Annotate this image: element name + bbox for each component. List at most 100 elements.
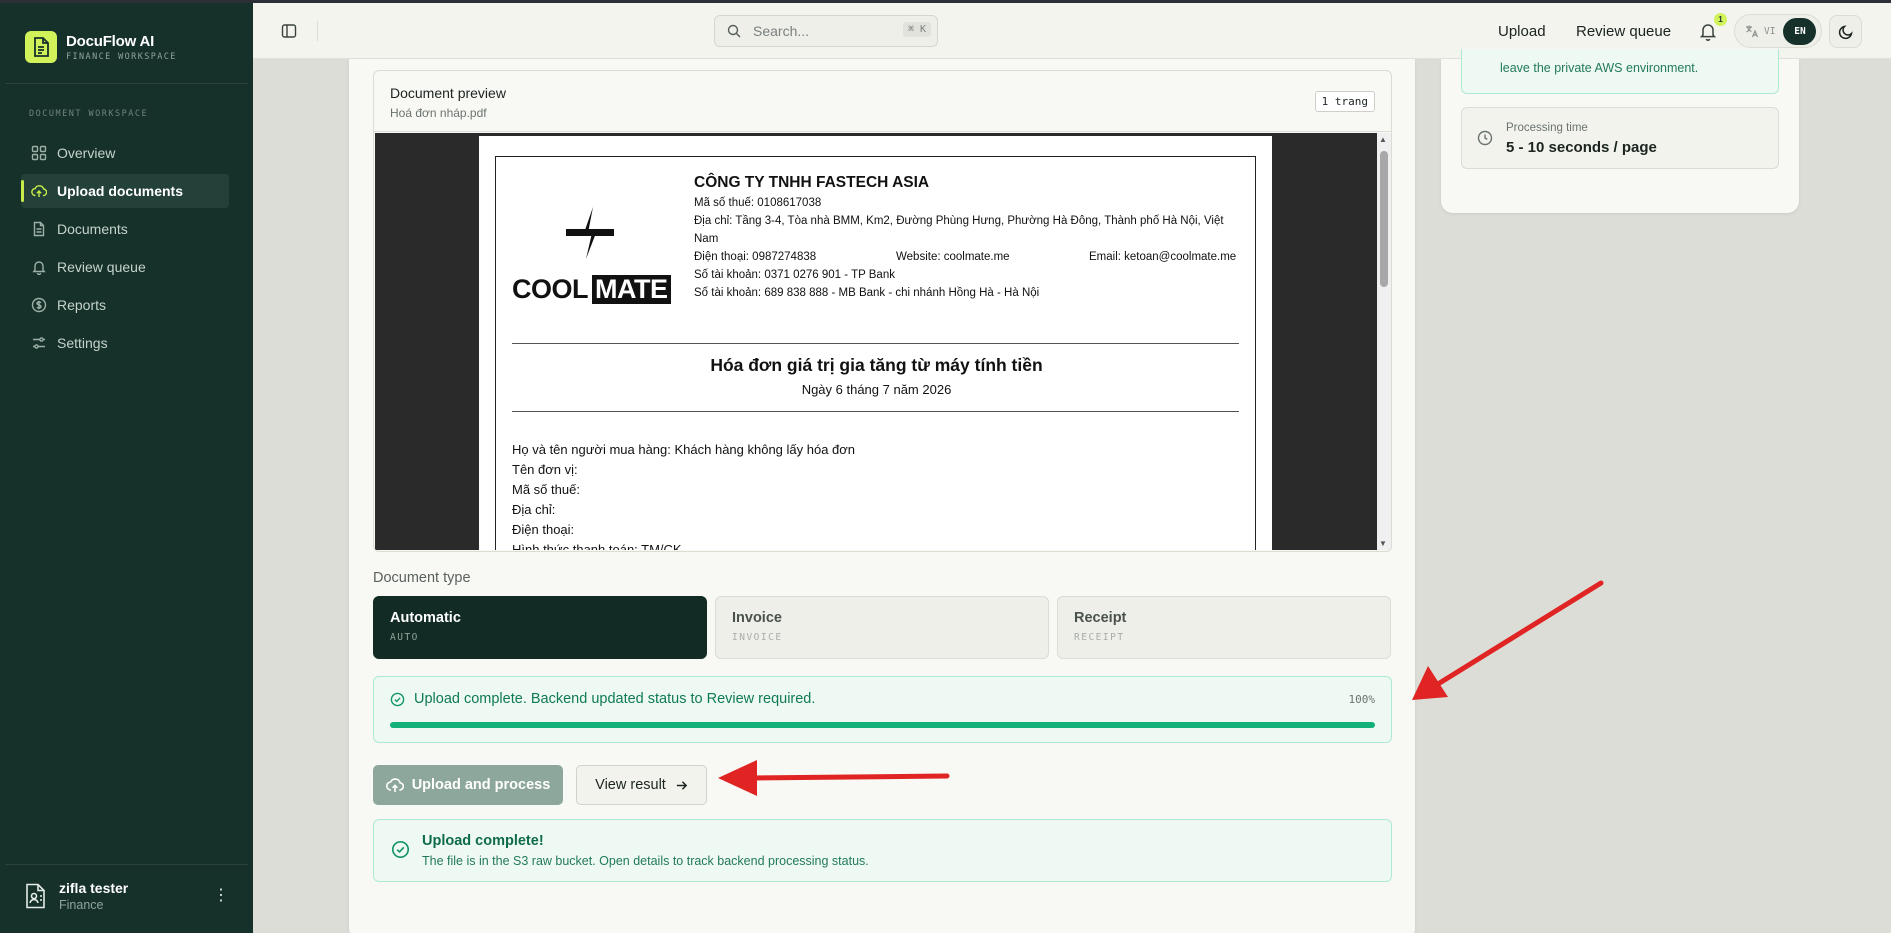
window-top-border bbox=[0, 0, 1891, 3]
lang-en-button[interactable]: EN bbox=[1783, 17, 1817, 45]
invoice-title: Hóa đơn giá trị gia tăng từ máy tính tiề… bbox=[710, 355, 1043, 375]
buyer-address: Địa chỉ: bbox=[512, 502, 556, 517]
pdf-viewer[interactable]: COOL MATE CÔNG TY TNHH FASTECH ASIA Mã s… bbox=[375, 133, 1379, 550]
doc-type-automatic[interactable]: Automatic AUTO bbox=[373, 596, 707, 659]
top-link-upload[interactable]: Upload bbox=[1498, 23, 1546, 40]
cloud-upload-icon bbox=[385, 778, 404, 792]
sidebar-item-reports[interactable]: Reports bbox=[21, 288, 229, 322]
sidebar-divider bbox=[5, 83, 248, 84]
dollar-icon bbox=[31, 297, 47, 313]
check-circle-icon bbox=[391, 840, 410, 859]
preview-scrollbar[interactable]: ▲ ▼ bbox=[1377, 133, 1391, 550]
panel-left-icon bbox=[281, 24, 297, 38]
brand[interactable]: DocuFlow AI FINANCE WORKSPACE bbox=[25, 31, 177, 63]
sidebar: DocuFlow AI FINANCE WORKSPACE DOCUMENT W… bbox=[0, 0, 253, 933]
processing-time-label: Processing time bbox=[1506, 122, 1588, 134]
security-note-text: leave the private AWS environment. bbox=[1500, 61, 1699, 75]
document-type-label: Document type bbox=[373, 570, 471, 586]
cloud-upload-icon bbox=[31, 185, 47, 197]
theme-toggle-button[interactable] bbox=[1829, 15, 1862, 48]
search-shortcut: ⌘ K bbox=[902, 22, 931, 37]
brand-name: DocuFlow AI bbox=[66, 32, 155, 50]
sidebar-item-settings[interactable]: Settings bbox=[21, 326, 229, 360]
more-vertical-icon[interactable]: ⋮ bbox=[209, 886, 233, 906]
sidebar-item-label: Upload documents bbox=[57, 183, 184, 199]
search-icon bbox=[727, 24, 741, 38]
sidebar-item-label: Reports bbox=[57, 297, 107, 313]
sidebar-bottom-divider bbox=[5, 864, 248, 865]
user-file-icon bbox=[26, 883, 45, 909]
view-result-button[interactable]: View result bbox=[576, 765, 707, 805]
invoice-document: COOL MATE CÔNG TY TNHH FASTECH ASIA Mã s… bbox=[495, 156, 1256, 550]
user-name: zifla tester bbox=[59, 880, 129, 896]
clock-icon bbox=[1477, 130, 1493, 146]
company-account-1: Số tài khoản: 0371 0276 901 - TP Bank bbox=[694, 269, 895, 281]
sliders-icon bbox=[33, 337, 45, 349]
scroll-down-icon[interactable]: ▼ bbox=[1379, 539, 1387, 548]
company-website: Website: coolmate.me bbox=[896, 251, 1010, 263]
search-placeholder: Search... bbox=[753, 23, 810, 39]
user-profile[interactable]: zifla tester Finance ⋮ bbox=[25, 880, 233, 912]
company-address-line-1: Địa chỉ: Tầng 3-4, Tòa nhà BMM, Km2, Đườ… bbox=[694, 215, 1224, 227]
doc-type-code: AUTO bbox=[390, 632, 419, 643]
info-panel: leave the private AWS environment. Proce… bbox=[1441, 49, 1799, 213]
document-preview: Document preview Hoá đơn nháp.pdf 1 tran… bbox=[373, 70, 1392, 552]
upload-complete-alert: Upload complete! The file is in the S3 r… bbox=[373, 819, 1392, 882]
company-name: CÔNG TY TNHH FASTECH ASIA bbox=[694, 174, 930, 191]
sidebar-item-documents[interactable]: Documents bbox=[21, 212, 229, 246]
logo-cool-text: COOL bbox=[512, 274, 589, 304]
sidebar-item-overview[interactable]: Overview bbox=[21, 136, 229, 170]
scrollbar-thumb[interactable] bbox=[1380, 151, 1388, 287]
doc-type-label: Invoice bbox=[732, 610, 782, 626]
company-address-line-2: Nam bbox=[694, 233, 719, 245]
sidebar-item-upload-documents[interactable]: Upload documents bbox=[21, 174, 229, 208]
sidebar-toggle-button[interactable] bbox=[278, 20, 300, 42]
pdf-page: COOL MATE CÔNG TY TNHH FASTECH ASIA Mã s… bbox=[479, 136, 1272, 550]
top-link-review-queue[interactable]: Review queue bbox=[1576, 23, 1671, 40]
upload-button-label: Upload and process bbox=[411, 777, 551, 793]
coolmate-logo-mark bbox=[566, 207, 614, 259]
scroll-up-icon[interactable]: ▲ bbox=[1379, 135, 1387, 144]
alert-title: Upload complete! bbox=[422, 833, 544, 849]
buyer-name: Họ và tên người mua hàng: Khách hàng khô… bbox=[512, 442, 856, 457]
doc-type-code: RECEIPT bbox=[1074, 632, 1125, 643]
lang-vi-button[interactable]: VI bbox=[1764, 26, 1775, 37]
sidebar-item-label: Review queue bbox=[57, 259, 146, 275]
doc-type-label: Receipt bbox=[1074, 610, 1127, 626]
bell-icon bbox=[32, 261, 46, 275]
sidebar-nav: Overview Upload documents Documents Revi… bbox=[21, 136, 229, 364]
alert-message: The file is in the S3 raw bucket. Open d… bbox=[422, 854, 869, 868]
file-icon bbox=[33, 221, 45, 237]
buyer-tax-code: Mã số thuế: bbox=[512, 482, 580, 497]
annotation-arrow-progress bbox=[1412, 580, 1604, 700]
invoice-divider bbox=[512, 343, 1239, 344]
upload-progress: Upload complete. Backend updated status … bbox=[373, 676, 1392, 743]
user-role: Finance bbox=[59, 898, 104, 912]
brand-subtitle: FINANCE WORKSPACE bbox=[66, 51, 177, 62]
doc-type-label: Automatic bbox=[390, 610, 461, 626]
search-input[interactable]: Search... ⌘ K bbox=[714, 15, 938, 47]
security-note: leave the private AWS environment. bbox=[1461, 49, 1779, 94]
doc-type-receipt[interactable]: Receipt RECEIPT bbox=[1057, 596, 1391, 659]
company-phone: Điện thoại: 0987274838 bbox=[694, 251, 817, 263]
progress-percent: 100% bbox=[1348, 693, 1376, 706]
preview-header: Document preview Hoá đơn nháp.pdf 1 tran… bbox=[374, 71, 1391, 132]
preview-filename: Hoá đơn nháp.pdf bbox=[390, 106, 487, 120]
sidebar-item-label: Settings bbox=[57, 335, 108, 351]
brand-logo-icon bbox=[25, 31, 57, 63]
sidebar-item-review-queue[interactable]: Review queue bbox=[21, 250, 229, 284]
logo-mate-text: MATE bbox=[592, 275, 671, 304]
progress-fill bbox=[390, 722, 1375, 728]
progress-message: Upload complete. Backend updated status … bbox=[414, 691, 816, 707]
invoice-date: Ngày 6 tháng 7 năm 2026 bbox=[801, 382, 952, 397]
company-account-2: Số tài khoản: 689 838 888 - MB Bank - ch… bbox=[694, 287, 1040, 299]
buyer-unit: Tên đơn vị: bbox=[512, 462, 578, 477]
doc-type-invoice[interactable]: Invoice INVOICE bbox=[715, 596, 1049, 659]
upload-and-process-button[interactable]: Upload and process bbox=[373, 765, 563, 805]
translate-icon bbox=[1746, 25, 1759, 38]
payment-method: Hình thức thanh toán: TM/CK bbox=[512, 542, 682, 550]
view-button-label: View result bbox=[595, 777, 666, 793]
processing-time-value: 5 - 10 seconds / page bbox=[1506, 139, 1657, 156]
topbar-divider bbox=[317, 21, 318, 41]
page-count-badge: 1 trang bbox=[1314, 91, 1375, 112]
